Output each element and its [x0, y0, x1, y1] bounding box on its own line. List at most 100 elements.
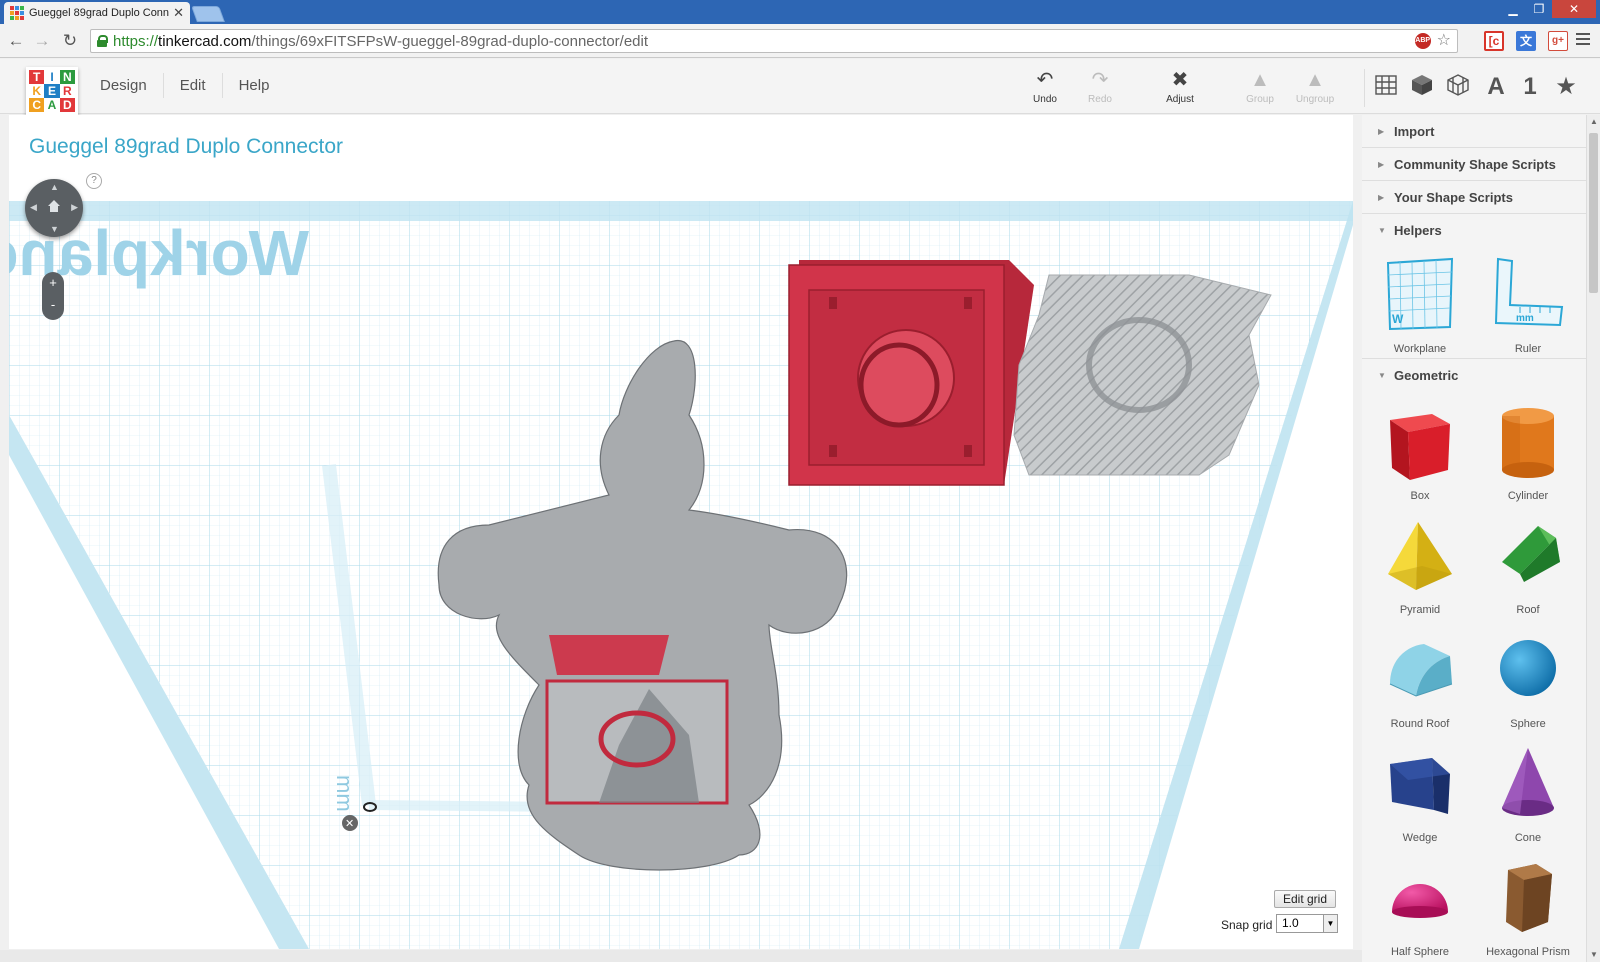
orbit-up-icon[interactable]: ▲ — [50, 182, 59, 192]
section-your-shape-scripts[interactable]: ▶ Your Shape Scripts — [1362, 181, 1586, 214]
section-community-shape-scripts[interactable]: ▶ Community Shape Scripts — [1362, 148, 1586, 181]
browser-menu-icon[interactable] — [1576, 33, 1590, 48]
red-duplo-part[interactable] — [788, 260, 1034, 486]
grid-view-icon[interactable] — [1372, 73, 1400, 101]
scroll-down-icon[interactable]: ▼ — [1587, 948, 1600, 962]
new-tab-button[interactable] — [191, 6, 225, 22]
forward-arrow-icon[interactable]: → — [32, 31, 52, 51]
wedge-shape-icon — [1390, 758, 1450, 814]
google-plus-icon[interactable]: g+ — [1548, 31, 1568, 51]
app-menu: Design Edit Help — [84, 73, 285, 98]
edit-grid-button[interactable]: Edit grid — [1274, 890, 1337, 908]
reload-icon[interactable]: ↻ — [60, 31, 80, 51]
collapse-arrow-icon: ▼ — [1378, 226, 1386, 235]
panel-scrollbar[interactable]: ▲ ▼ — [1586, 115, 1600, 962]
menu-help[interactable]: Help — [223, 73, 286, 98]
tab-title: Gueggel 89grad Duplo Connec — [29, 7, 170, 19]
favorites-star-icon[interactable]: ★ — [1552, 73, 1580, 101]
shape-half-sphere[interactable]: Half Sphere — [1366, 854, 1474, 962]
tab-close-icon[interactable]: ✕ — [173, 5, 184, 21]
hole-duplo-part[interactable] — [1013, 274, 1272, 476]
shape-hexagonal-prism[interactable]: Hexagonal Prism — [1474, 854, 1582, 962]
redo-button[interactable]: ↷ Redo — [1075, 69, 1125, 105]
expand-arrow-icon: ▶ — [1378, 126, 1385, 136]
geometric-shapes-grid: Box Cylinder Pyramid Roof Round Roof Sph… — [1362, 392, 1586, 962]
solid-box-icon[interactable] — [1408, 73, 1436, 101]
workplane-helper-icon: W — [1386, 257, 1454, 331]
round-roof-shape-icon — [1389, 644, 1453, 697]
menu-edit[interactable]: Edit — [164, 73, 223, 98]
roof-shape-icon — [1502, 526, 1560, 582]
extension-c-icon[interactable]: [c — [1484, 31, 1504, 51]
snap-grid-select[interactable]: 1.0 ▼ — [1276, 914, 1338, 933]
scroll-up-icon[interactable]: ▲ — [1587, 115, 1600, 129]
adblock-icon[interactable]: ABP — [1414, 33, 1431, 49]
shape-roof[interactable]: Roof — [1474, 512, 1582, 626]
help-icon[interactable]: ? — [86, 173, 102, 189]
number-icon[interactable]: 1 — [1516, 73, 1544, 101]
collapse-arrow-icon: ▼ — [1378, 371, 1386, 380]
sphere-shape-icon — [1500, 640, 1556, 696]
helper-workplane[interactable]: W Workplane — [1366, 251, 1474, 365]
orbit-down-icon[interactable]: ▼ — [50, 224, 59, 234]
bookmark-star-icon[interactable]: ☆ — [1437, 33, 1451, 49]
canvas-bottom-strip — [0, 950, 1362, 962]
design-canvas[interactable]: Workplane mm ✕ Gueggel 89grad Duplo Conn… — [9, 115, 1353, 949]
home-view-icon[interactable] — [47, 199, 61, 213]
app-header: T I N K E R C A D Design Edit Help ↶ Und… — [0, 59, 1600, 115]
shape-cone[interactable]: Cone — [1474, 740, 1582, 854]
undo-button[interactable]: ↶ Undo — [1020, 69, 1070, 105]
browser-tabstrip: Gueggel 89grad Duplo Connec ✕ ▁ ❐ ✕ — [0, 0, 1600, 24]
expand-arrow-icon: ▶ — [1378, 192, 1385, 202]
workplane-helper-letter: W — [1392, 312, 1404, 326]
shape-box[interactable]: Box — [1366, 398, 1474, 512]
scrollbar-thumb[interactable] — [1589, 133, 1598, 293]
cylinder-shape-icon — [1502, 408, 1554, 478]
restore-icon[interactable]: ❐ — [1526, 0, 1552, 18]
back-arrow-icon[interactable]: ← — [6, 31, 26, 51]
toolbar-divider — [1364, 69, 1365, 107]
section-import[interactable]: ▶ Import — [1362, 115, 1586, 148]
shapes-panel: ▶ Import ▶ Community Shape Scripts ▶ Your S… — [1362, 115, 1586, 962]
undo-icon: ↶ — [1036, 69, 1054, 91]
shape-pyramid[interactable]: Pyramid — [1366, 512, 1474, 626]
view-navigation-control[interactable]: ▲ ▼ ◀ ▶ — [25, 179, 83, 237]
wireframe-box-icon[interactable] — [1444, 73, 1472, 101]
pyramid-shape-icon — [1388, 522, 1452, 590]
shape-round-roof[interactable]: Round Roof — [1366, 626, 1474, 740]
browser-tab[interactable]: Gueggel 89grad Duplo Connec ✕ — [4, 2, 190, 24]
svg-text:✕: ✕ — [345, 818, 354, 830]
helper-ruler[interactable]: mm Ruler — [1474, 251, 1582, 365]
menu-design[interactable]: Design — [84, 73, 164, 98]
cone-shape-icon — [1502, 748, 1554, 816]
zoom-in-button[interactable]: + — [42, 272, 64, 294]
expand-arrow-icon: ▶ — [1378, 159, 1385, 169]
group-button[interactable]: ▲ Group — [1235, 69, 1285, 105]
zoom-control[interactable]: + - — [42, 272, 64, 320]
translate-icon[interactable]: 文 — [1516, 31, 1536, 51]
ungroup-icon: ▲ — [1305, 69, 1325, 91]
unit-label: mm — [332, 775, 357, 812]
shape-cylinder[interactable]: Cylinder — [1474, 398, 1582, 512]
minimize-icon[interactable]: ▁ — [1500, 0, 1526, 18]
shape-wedge[interactable]: Wedge — [1366, 740, 1474, 854]
design-title[interactable]: Gueggel 89grad Duplo Connector — [29, 135, 343, 159]
group-icon: ▲ — [1250, 69, 1270, 91]
workplane-3d-view[interactable]: Workplane mm ✕ — [9, 115, 1353, 949]
zoom-out-button[interactable]: - — [42, 294, 64, 316]
ungroup-button[interactable]: ▲ Ungroup — [1290, 69, 1340, 105]
orbit-left-icon[interactable]: ◀ — [30, 202, 37, 213]
text-icon[interactable]: A — [1482, 73, 1510, 101]
box-shape-icon — [1390, 414, 1450, 480]
adjust-button[interactable]: ✖ Adjust — [1155, 69, 1205, 105]
tinkercad-logo[interactable]: T I N K E R C A D — [26, 67, 78, 115]
address-bar[interactable]: https://tinkercad.com/things/69xFITSFPsW… — [90, 29, 1458, 53]
ruler-helper-icon: mm — [1494, 257, 1564, 327]
tinkercad-favicon-icon — [10, 6, 24, 20]
window-close-icon[interactable]: ✕ — [1552, 0, 1596, 18]
section-helpers[interactable]: ▼ Helpers — [1362, 214, 1586, 247]
url-text: https://tinkercad.com/things/69xFITSFPsW… — [113, 32, 649, 50]
lock-icon — [97, 35, 108, 47]
shape-sphere[interactable]: Sphere — [1474, 626, 1582, 740]
orbit-right-icon[interactable]: ▶ — [71, 202, 78, 213]
